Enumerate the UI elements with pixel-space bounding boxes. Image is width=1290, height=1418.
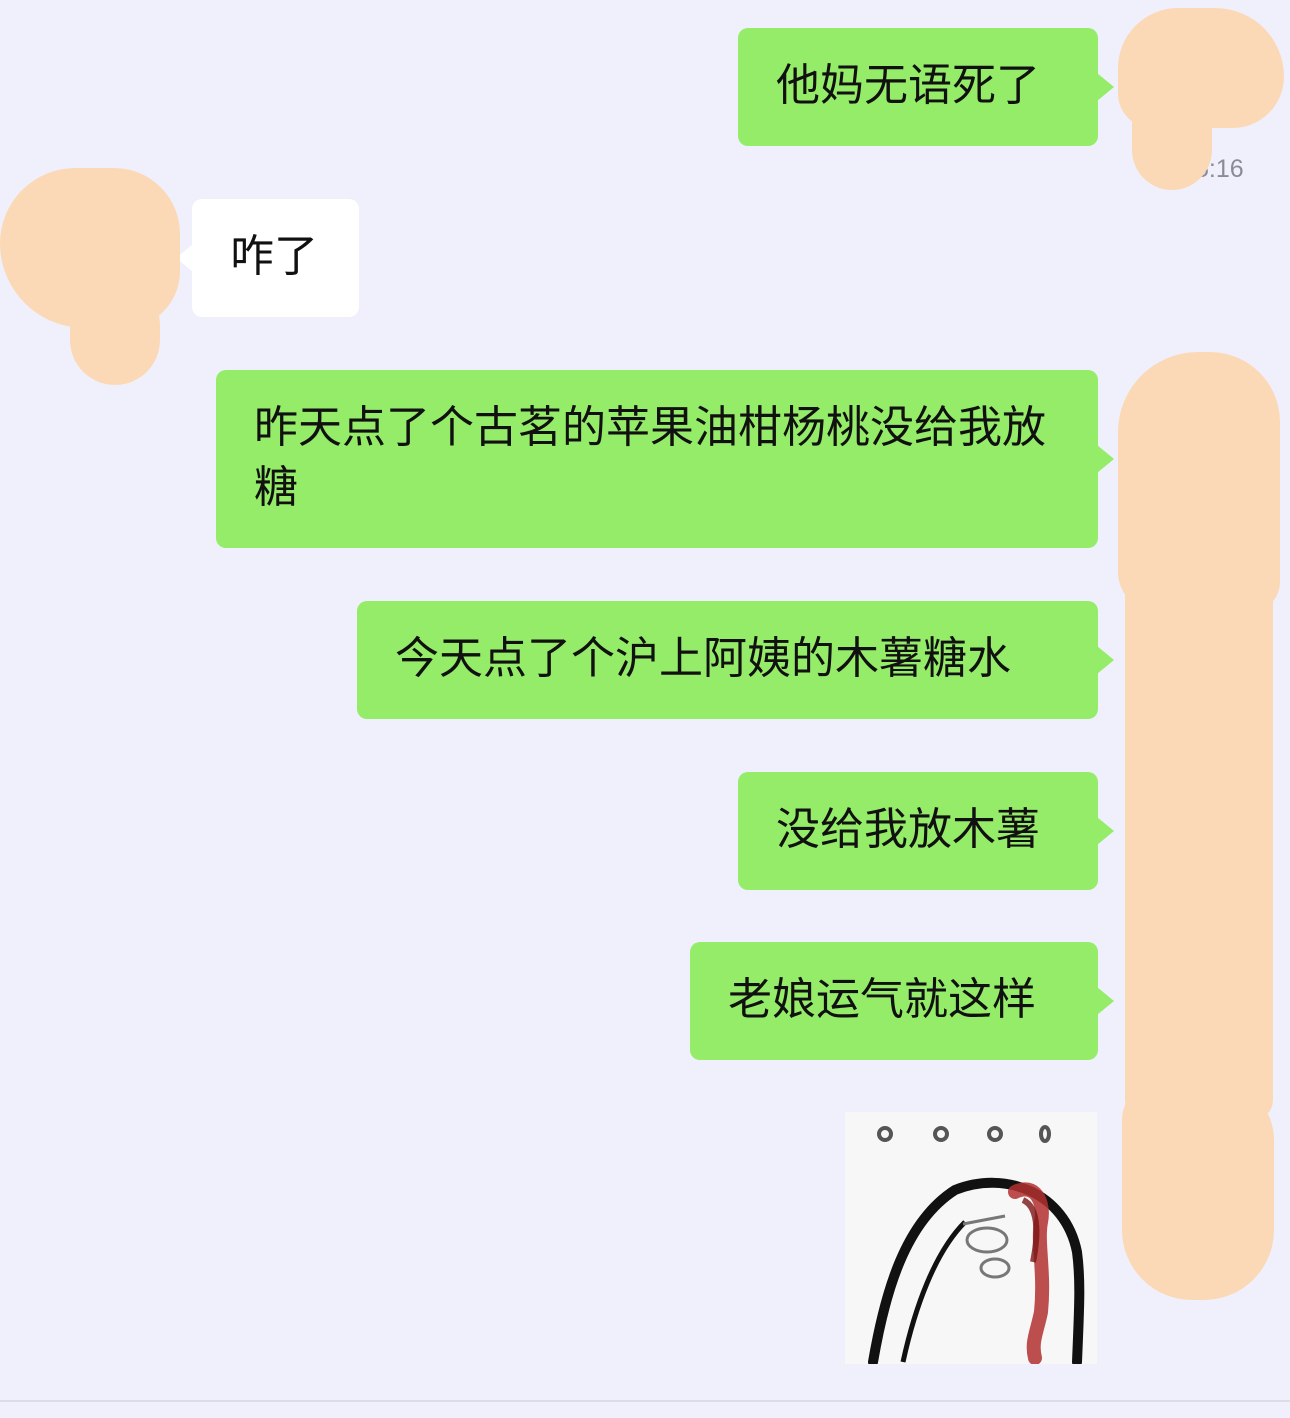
- sticker-face-icon: [845, 1112, 1097, 1364]
- redaction-blob: [1122, 1080, 1274, 1300]
- chat-bubble-outgoing[interactable]: 昨天点了个古茗的苹果油柑杨桃没给我放糖: [216, 370, 1114, 548]
- message-text: 没给我放木薯: [776, 804, 1040, 855]
- divider: [0, 1400, 1290, 1402]
- message-text: 今天点了个沪上阿姨的木薯糖水: [395, 633, 1011, 684]
- chat-bubble-outgoing[interactable]: 他妈无语死了: [738, 28, 1114, 146]
- redaction-blob: [1125, 560, 1273, 1120]
- bubble-tail: [1097, 73, 1114, 101]
- chat-bubble-incoming[interactable]: 咋了: [176, 199, 359, 317]
- bubble-tail: [1097, 646, 1114, 674]
- bubble-tail: [1097, 817, 1114, 845]
- redaction-blob: [1132, 70, 1212, 190]
- chat-bubble-outgoing[interactable]: 老娘运气就这样: [690, 942, 1114, 1060]
- bubble-tail: [1097, 445, 1114, 473]
- redaction-blob: [70, 280, 160, 385]
- message-text: 他妈无语死了: [776, 60, 1040, 111]
- bubble-tail: [1097, 987, 1114, 1015]
- message-text: 昨天点了个古茗的苹果油柑杨桃没给我放糖: [254, 402, 1046, 513]
- message-text: 咋了: [230, 231, 318, 282]
- chat-bubble-outgoing[interactable]: 没给我放木薯: [738, 772, 1114, 890]
- sticker-message[interactable]: [845, 1112, 1097, 1364]
- message-text: 老娘运气就这样: [728, 974, 1036, 1025]
- chat-bubble-outgoing[interactable]: 今天点了个沪上阿姨的木薯糖水: [357, 601, 1114, 719]
